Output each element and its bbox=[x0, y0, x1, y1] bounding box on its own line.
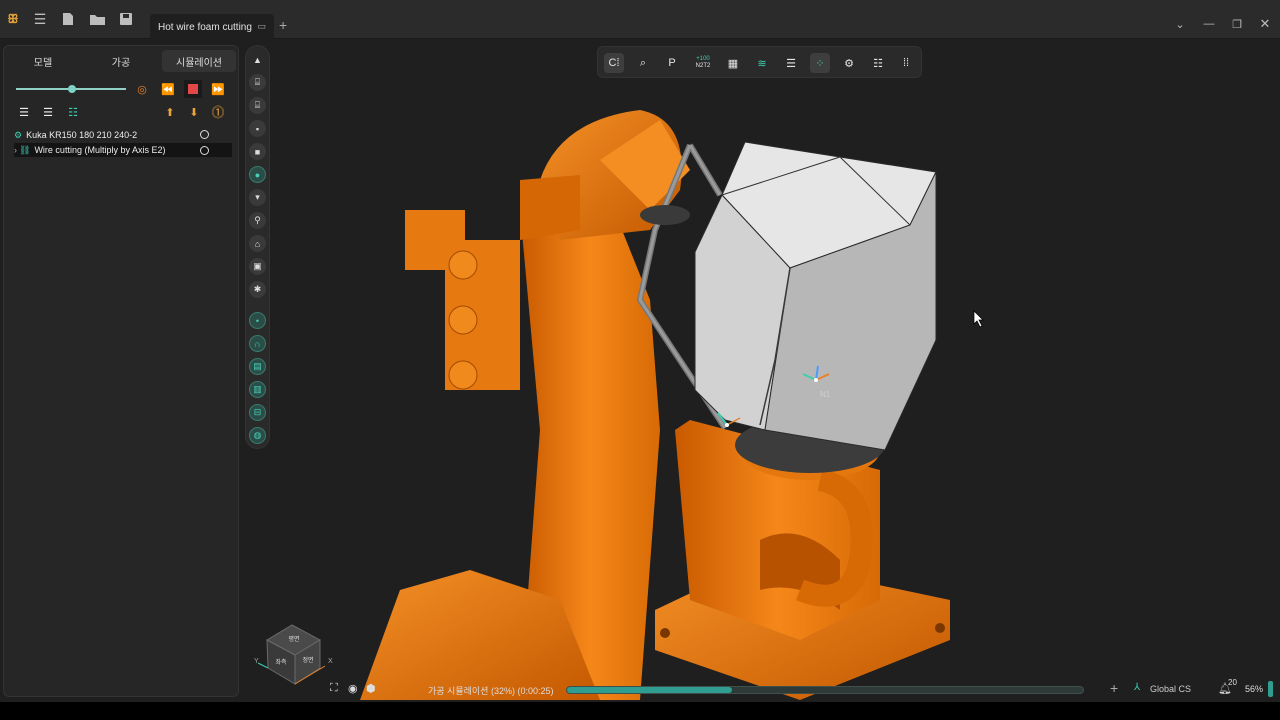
document-tab-title: Hot wire foam cutting bbox=[158, 21, 252, 33]
collapse-up-icon[interactable]: ▲ bbox=[249, 51, 266, 68]
toolpath-icon[interactable]: P bbox=[662, 53, 682, 73]
robot-icon: ⚙ bbox=[14, 129, 23, 140]
tree-item-label: Wire cutting (Multiply by Axis E2) bbox=[34, 145, 166, 155]
tab-model[interactable]: 모델 bbox=[8, 50, 78, 72]
tool-icon[interactable]: ⌸ bbox=[249, 97, 266, 114]
app-logo-icon[interactable]: ꕥ bbox=[4, 10, 22, 28]
zoom-level: 56% bbox=[1245, 684, 1264, 694]
tool-setup-icon[interactable]: ● bbox=[249, 166, 266, 183]
nc-code-button[interactable]: +100 N2T2 bbox=[690, 53, 716, 73]
stop-button[interactable] bbox=[184, 80, 202, 98]
part-icon[interactable]: ▣ bbox=[249, 258, 266, 275]
bottom-border bbox=[0, 702, 1280, 720]
list-numbered-icon[interactable]: ☷ bbox=[65, 104, 81, 120]
gear-icon[interactable]: ⚙ bbox=[839, 53, 859, 73]
close-button[interactable]: ✕ bbox=[1257, 16, 1273, 32]
tab-machining[interactable]: 가공 bbox=[86, 50, 156, 72]
simulation-icon[interactable]: ⁘ bbox=[810, 53, 830, 73]
menu-icon[interactable]: ☰ bbox=[31, 10, 49, 28]
top-toolbar: C⁞ ⌕ P +100 N2T2 ▦ ≋ ☰ ⁘ ⚙ ☷ ⁞⁞ bbox=[597, 46, 922, 78]
move-up-icon[interactable]: ⬆ bbox=[162, 104, 178, 120]
mouse-cursor-icon bbox=[973, 310, 984, 328]
notification-count: 20 bbox=[1228, 678, 1237, 687]
tab-window-icon[interactable]: ▭ bbox=[257, 21, 266, 32]
drill-icon[interactable]: ▾ bbox=[249, 189, 266, 206]
nc-label-top: +100 bbox=[696, 56, 710, 62]
status-bar: ⛶ ◉ ⬢ 가공 시뮬레이션 (32%) (0:00:25) + ⅄ Globa… bbox=[244, 678, 1280, 700]
viewcube-right-label: 정면 bbox=[302, 656, 313, 664]
tool-green-icon[interactable]: ▪ bbox=[249, 120, 266, 137]
title-bar: ꕥ ☰ Hot wire foam cutting ▭ + ⌄ — ❐ ✕ bbox=[0, 0, 1280, 40]
stop-icon bbox=[188, 84, 198, 94]
book-icon[interactable]: ▥ bbox=[249, 381, 266, 398]
left-panel: 모델 가공 시뮬레이션 ◎ ⏪ ⏩ ☰ ☰ ☷ ⬆ ⬇ ⓵ ⚙ Kuka KR1… bbox=[3, 45, 239, 697]
indent-list-icon[interactable]: ☰ bbox=[16, 104, 32, 120]
point-icon[interactable]: • bbox=[249, 312, 266, 329]
viewcube-left-label: 좌측 bbox=[275, 658, 287, 666]
slider-knob[interactable] bbox=[68, 85, 76, 93]
coordinate-system-icon: ⅄ bbox=[1134, 682, 1141, 693]
surface-icon[interactable]: ▤ bbox=[249, 358, 266, 375]
progress-text: 가공 시뮬레이션 (32%) (0:00:25) bbox=[428, 686, 554, 696]
wave-icon[interactable]: ≋ bbox=[752, 53, 772, 73]
tool-holder-icon[interactable]: ⌸ bbox=[249, 74, 266, 91]
cube-icon[interactable]: ⬢ bbox=[366, 682, 380, 696]
add-icon[interactable]: + bbox=[1110, 680, 1118, 696]
wire-cutting-icon: ⛓ bbox=[19, 144, 31, 155]
3d-viewport[interactable]: N1 평면 좌측 정면 Y X bbox=[244, 40, 1280, 700]
progress-fill bbox=[567, 687, 733, 693]
simulation-progress-bar[interactable] bbox=[566, 686, 1084, 694]
tree-item-robot[interactable]: ⚙ Kuka KR150 180 210 240-2 bbox=[14, 128, 137, 142]
viewcube-top-label: 평면 bbox=[288, 635, 299, 643]
sliders-icon[interactable]: ☷ bbox=[868, 53, 888, 73]
target-icon[interactable]: ◎ bbox=[134, 81, 150, 97]
shell-icon[interactable]: ◍ bbox=[249, 427, 266, 444]
chevron-down-icon[interactable]: ⌄ bbox=[1172, 16, 1188, 32]
warning-icon[interactable]: ⓵ bbox=[210, 103, 226, 120]
save-icon[interactable] bbox=[117, 10, 135, 28]
search-part-icon[interactable]: ⌕ bbox=[633, 53, 653, 73]
settings-icon[interactable]: ✱ bbox=[249, 281, 266, 298]
outdent-list-icon[interactable]: ☰ bbox=[40, 104, 56, 120]
move-down-icon[interactable]: ⬇ bbox=[186, 104, 202, 120]
zoom-indicator[interactable] bbox=[1268, 681, 1273, 697]
stack-icon[interactable]: ☰ bbox=[781, 53, 801, 73]
new-tab-button[interactable]: + bbox=[279, 17, 287, 33]
document-tab[interactable]: Hot wire foam cutting ▭ bbox=[150, 14, 274, 40]
robot-arm bbox=[360, 110, 690, 700]
fixture-icon[interactable]: ⌂ bbox=[249, 235, 266, 252]
pin-icon[interactable] bbox=[200, 130, 209, 139]
report-icon[interactable]: ▦ bbox=[723, 53, 743, 73]
maximize-button[interactable]: ❐ bbox=[1229, 16, 1245, 32]
coordinate-system-label[interactable]: Global CS bbox=[1150, 684, 1191, 694]
shading-icon[interactable]: ◉ bbox=[348, 682, 362, 696]
stock-icon[interactable]: ■ bbox=[249, 143, 266, 160]
vertical-toolbar: ▲ ⌸ ⌸ ▪ ■ ● ▾ ⚲ ⌂ ▣ ✱ • ∩ ▤ ▥ ⊟ ◍ bbox=[245, 45, 270, 449]
view-cube[interactable]: 평면 좌측 정면 Y X bbox=[254, 624, 333, 685]
cutter-icon[interactable]: C⁞ bbox=[604, 53, 624, 73]
curve-icon[interactable]: ∩ bbox=[249, 335, 266, 352]
viewcube-y-label: Y bbox=[254, 658, 259, 665]
probe-icon[interactable]: ⚲ bbox=[249, 212, 266, 229]
tab-simulation[interactable]: 시뮬레이션 bbox=[162, 50, 236, 72]
pin-icon[interactable] bbox=[200, 146, 209, 155]
nc-label-bottom: N2T2 bbox=[695, 63, 711, 69]
open-folder-icon[interactable] bbox=[88, 10, 106, 28]
tree-item-label: Kuka KR150 180 210 240-2 bbox=[26, 130, 138, 140]
fast-forward-button[interactable]: ⏩ bbox=[210, 81, 226, 97]
fit-view-icon[interactable]: ⛶ bbox=[330, 682, 344, 696]
grid-icon[interactable]: ⁞⁞ bbox=[896, 53, 916, 73]
minimize-button[interactable]: — bbox=[1201, 16, 1217, 32]
rewind-button[interactable]: ⏪ bbox=[160, 81, 176, 97]
expand-chevron-icon[interactable]: › bbox=[14, 145, 17, 155]
new-file-icon[interactable] bbox=[59, 10, 77, 28]
viewcube-x-label: X bbox=[328, 658, 333, 665]
axis-label-n1: N1 bbox=[820, 390, 831, 399]
layers-icon[interactable]: ⊟ bbox=[249, 404, 266, 421]
